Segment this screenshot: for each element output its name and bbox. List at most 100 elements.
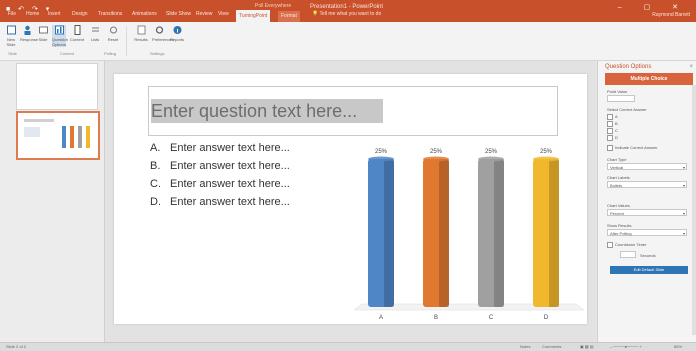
question-options-button[interactable]: Question Options [52,25,69,47]
tab-slide-show[interactable]: Slide Show [166,11,191,17]
chart-category-label: D [544,315,549,321]
lists-button[interactable]: Lists [88,25,102,42]
tab-transitions[interactable]: Transitions [98,11,122,17]
indicate-correct-checkbox[interactable]: Indicate Correct Answer [607,145,657,151]
chart-category-label: A [379,315,383,321]
show-results-label: Show Results [607,223,632,228]
reset-label: Reset [107,37,119,42]
question-type-header: Multiple Choice [605,73,693,85]
slide-thumbnail-1[interactable] [16,63,98,110]
slide-label: Slide [38,37,48,42]
chart-bar-cap [423,156,449,162]
show-results-select[interactable]: After Polling ▾ [607,229,687,236]
checkbox-label: B [615,121,618,127]
checkbox-label: A [615,114,618,120]
chart-data-label: 25% [375,149,388,155]
chart-values-select[interactable]: Percent ▾ [607,209,687,216]
chart-type-value: Vertical [610,165,624,170]
zoom-level[interactable]: 85% [674,344,682,349]
results-button[interactable]: Results [134,25,148,42]
tab-design[interactable]: Design [72,11,88,17]
user-name[interactable]: Raymond Barrett [652,12,690,18]
tab-turningpoint[interactable]: TurningPoint [236,10,271,22]
zoom-slider[interactable]: – ────●──── + [610,344,642,349]
answer-letter: B. [150,160,161,172]
question-placeholder[interactable]: Enter question text here... [151,99,383,123]
gear-icon [155,26,163,34]
tab-format[interactable]: Format [278,11,300,22]
response-button[interactable]: Response [20,25,38,42]
checkbox-box [607,114,613,120]
view-buttons-icon[interactable]: ▣ ▦ ▤ [580,344,594,349]
answer-line-b[interactable]: B. Enter answer text here... [150,160,290,172]
checkbox-label: Indicate Correct Answer [615,145,658,151]
checkbox-box [607,242,613,248]
correct-answer-checkbox-b[interactable]: B [607,121,618,127]
question-text-box[interactable]: Enter question text here... [148,86,558,136]
chart-type-select[interactable]: Vertical ▾ [607,163,687,170]
edit-default-slide-button[interactable]: Edit Default Slide [610,266,688,274]
checkbox-box [607,135,613,141]
tab-review[interactable]: Review [196,11,212,17]
chart-icon [54,25,64,35]
content-label: Content [70,37,85,42]
tab-file[interactable]: File [8,11,16,17]
answer-line-d[interactable]: D. Enter answer text here... [150,196,290,208]
correct-answer-checkbox-c[interactable]: C [607,128,618,134]
chart-data-label: 25% [430,149,443,155]
pane-title: Question Options [605,64,652,70]
slide-thumbnail-2[interactable] [16,111,100,160]
tab-insert[interactable]: Insert [48,11,61,17]
checkbox-label: C [615,128,618,134]
chart-labels-select[interactable]: Bullets ▾ [607,181,687,188]
answer-line-c[interactable]: C. Enter answer text here... [150,178,290,190]
seconds-label: Seconds [640,253,656,258]
new-slide-button[interactable]: New Slide [4,25,18,47]
correct-answer-checkbox-a[interactable]: A [607,114,618,120]
tab-view[interactable]: View [218,11,229,17]
poll-bar-chart[interactable]: 25% A 25% B 25% C 25% D [350,132,590,322]
close-icon[interactable]: × [689,64,693,70]
new-slide-label: New Slide [6,37,16,47]
chart-values-label: Chart Values [607,203,630,208]
chart-data-label: 25% [485,149,498,155]
reports-button[interactable]: Reports [170,25,184,42]
point-value-input[interactable] [607,95,635,102]
chart-bar-shade [439,159,449,307]
answer-text: Enter answer text here... [170,160,290,172]
reset-button[interactable]: Reset [106,25,120,42]
answer-line-a[interactable]: A. Enter answer text here... [150,142,290,154]
tab-home[interactable]: Home [26,11,39,17]
chevron-down-icon: ▾ [682,211,685,216]
chart-values-value: Percent [610,211,624,216]
pane-scrollbar[interactable] [692,85,696,335]
chart-labels-label: Chart Labels [607,175,630,180]
tab-animations[interactable]: Animations [132,11,157,17]
show-results-value: After Polling [610,231,632,236]
countdown-timer-checkbox[interactable]: Countdown Timer [607,242,646,248]
comments-button[interactable]: Comments [542,344,561,349]
tell-me-text: Tell me what you want to do [319,11,382,17]
seconds-input[interactable] [620,251,636,258]
correct-answer-checkbox-d[interactable]: D [607,135,618,141]
group-label-slide: Slide [8,51,17,56]
chart-data-label: 25% [540,149,553,155]
chevron-down-icon: ▾ [682,183,685,188]
question-options-label: Question Options [52,37,69,47]
notes-button[interactable]: Notes [520,344,530,349]
chart-bar-cap [368,156,394,162]
new-slide-icon [6,25,16,35]
answer-letter: C. [150,178,161,190]
group-label-content: Content [60,51,75,56]
preferences-button[interactable]: Preferences [152,25,174,42]
content-button[interactable]: Content [70,25,84,42]
slide-button[interactable]: Slide [36,25,50,42]
chart-category-label: C [489,315,494,321]
correct-answer-label: Select Correct Answer [607,107,647,112]
list-icon [91,27,99,32]
checkbox-box [607,128,613,134]
tell-me-box[interactable]: 💡 Tell me what you want to do [312,11,381,17]
answer-text: Enter answer text here... [170,142,290,154]
group-label-polling: Polling [104,51,117,56]
slide-count: Slide 2 of 2 [6,344,27,349]
